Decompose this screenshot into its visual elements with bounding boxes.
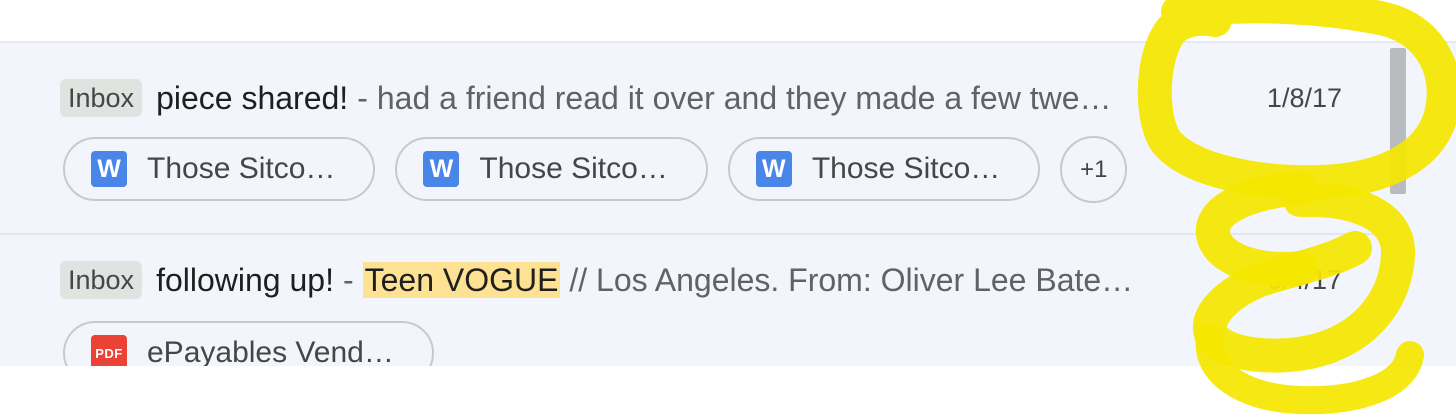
more-attachments-button[interactable]: +1	[1060, 136, 1128, 203]
attachment-chips: PDF ePayables Vend…	[63, 321, 434, 366]
email-subject: piece shared!	[156, 79, 349, 116]
email-date: 1/8/17	[1266, 83, 1342, 113]
email-snippet: Teen VOGUE // Los Angeles. From: Oliver …	[362, 261, 1134, 299]
attachment-chip[interactable]: W Those Sitco…	[63, 137, 376, 201]
attachment-name: Those Sitco…	[479, 152, 668, 185]
attachment-chip[interactable]: PDF ePayables Vend…	[63, 321, 434, 366]
word-doc-icon: W	[755, 151, 792, 187]
word-doc-icon: W	[423, 151, 460, 187]
inbox-label-chip[interactable]: Inbox	[60, 79, 143, 117]
attachment-chip[interactable]: W Those Sitco…	[727, 137, 1041, 201]
attachment-name: Those Sitco…	[811, 152, 1001, 185]
inbox-label-chip[interactable]: Inbox	[60, 261, 143, 299]
search-highlight: Teen VOGUE	[362, 261, 561, 298]
email-row[interactable]: Inbox following up! - Teen VOGUE // Los …	[0, 235, 1380, 366]
email-summary-line: Inbox piece shared! - had a friend read …	[60, 77, 1380, 119]
scrollbar-thumb[interactable]	[1390, 48, 1406, 194]
email-list: Inbox piece shared! - had a friend read …	[0, 41, 1456, 366]
email-subject: following up!	[156, 261, 334, 298]
pdf-icon: PDF	[91, 335, 127, 366]
email-summary-line: Inbox following up! - Teen VOGUE // Los …	[60, 259, 1380, 301]
attachment-name: Those Sitco…	[147, 152, 336, 185]
attachment-chip[interactable]: W Those Sitco…	[395, 137, 708, 201]
attachment-chips: W Those Sitco… W Those Sitco… W Those Si…	[63, 136, 1128, 203]
email-row[interactable]: Inbox piece shared! - had a friend read …	[0, 43, 1380, 235]
email-date: 6/4/17	[1266, 265, 1342, 295]
attachment-name: ePayables Vend…	[147, 336, 394, 366]
email-snippet-text: // Los Angeles. From: Oliver Lee Bate…	[560, 261, 1134, 298]
subject-separator: -	[342, 261, 354, 298]
subject-separator: -	[357, 79, 368, 116]
word-doc-icon: W	[91, 151, 127, 187]
email-snippet: had a friend read it over and they made …	[376, 79, 1112, 116]
